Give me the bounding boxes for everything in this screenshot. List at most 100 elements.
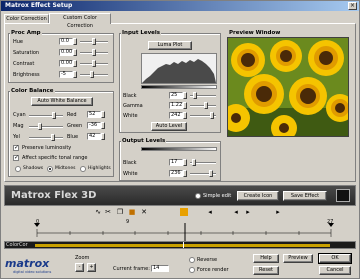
close-icon[interactable]: × [348, 2, 357, 10]
input-black-field[interactable]: 25 [169, 92, 183, 99]
midtones-radio[interactable] [47, 166, 53, 172]
preview-window-title: Preview Window [228, 30, 282, 36]
color-balance-title: Color Balance [10, 88, 55, 94]
output-white-spinner[interactable] [183, 170, 187, 177]
green-spinner[interactable] [101, 122, 105, 129]
output-black-label: Black [123, 160, 137, 166]
brightness-label: Brightness [13, 72, 40, 78]
simple-edit-radio[interactable] [195, 193, 201, 199]
input-black-label: Black [123, 93, 137, 99]
first-key-icon[interactable]: ◂ [206, 208, 214, 216]
preview-button[interactable]: Preview [283, 254, 313, 263]
contrast-slider-thumb[interactable] [92, 60, 96, 67]
green-field[interactable]: -36 [87, 122, 101, 129]
input-white-field[interactable]: 242 [169, 112, 183, 119]
hue-field[interactable]: 0.0 [59, 38, 73, 45]
auto-white-balance-button[interactable]: Auto White Balance [31, 97, 93, 106]
paste-icon[interactable]: ■ [128, 208, 136, 216]
input-gradient-bar [141, 85, 217, 89]
zoom-out-button[interactable]: - [75, 263, 84, 272]
brightness-field[interactable]: -5 [59, 71, 73, 78]
tab-custom-color-correction[interactable]: Custom Color Correction [49, 13, 111, 29]
input-white-spinner[interactable] [183, 112, 187, 119]
shadows-radio[interactable] [15, 166, 21, 172]
yellow-blue-slider-thumb[interactable] [51, 134, 55, 141]
ruler-scale [34, 223, 334, 241]
yellow-blue-slider[interactable] [29, 137, 63, 139]
brightness-spinner[interactable] [73, 71, 77, 78]
contrast-field[interactable]: 0.00 [59, 60, 73, 67]
keyframe-icon[interactable] [180, 208, 188, 216]
time-ruler[interactable]: 0 9 27 [4, 219, 356, 241]
luma-plot-button[interactable]: Luma Plot [148, 41, 192, 50]
output-white-label: White [123, 171, 138, 177]
brightness-slider[interactable] [80, 74, 108, 76]
input-black-slider-thumb[interactable] [193, 92, 197, 99]
help-button[interactable]: Help [253, 254, 279, 263]
saturation-field[interactable]: 0.00 [59, 49, 73, 56]
ruler-end-label: 27 [327, 219, 334, 225]
affect-tonal-range-checkbox[interactable]: ✓ [13, 155, 19, 161]
copy-icon[interactable]: ❐ [116, 208, 124, 216]
save-effect-button[interactable]: Save Effect [283, 191, 327, 201]
cyan-red-slider-thumb[interactable] [52, 112, 56, 119]
timeline-playhead[interactable] [183, 242, 184, 248]
cyan-red-slider[interactable] [29, 115, 63, 117]
luma-histogram [141, 53, 217, 84]
last-key-icon[interactable]: ▸ [274, 208, 282, 216]
window-title: Matrox Effect Setup [5, 2, 73, 9]
histogram-plot [142, 54, 216, 83]
brightness-slider-thumb[interactable] [90, 71, 94, 78]
input-black-spinner[interactable] [183, 92, 187, 99]
gamma-spinner[interactable] [183, 102, 187, 109]
tab-label: Custom Color Correction [63, 15, 97, 29]
output-black-field[interactable]: 17 [169, 159, 183, 166]
output-white-slider-thumb[interactable] [209, 170, 213, 177]
force-render-radio[interactable] [189, 267, 195, 273]
contrast-label: Contrast [13, 61, 35, 67]
magenta-green-slider[interactable] [29, 126, 63, 128]
ok-button[interactable]: OK [318, 253, 352, 264]
force-render-label: Force render [197, 267, 229, 273]
gamma-field[interactable]: 1.22 [169, 102, 183, 109]
scissors-icon[interactable]: ✂ [104, 208, 112, 216]
tab-color-correction[interactable]: Color Correction [4, 14, 49, 23]
gamma-slider-thumb[interactable] [204, 102, 208, 109]
create-icon-button[interactable]: Create Icon [237, 191, 279, 201]
blue-spinner[interactable] [101, 133, 105, 140]
saturation-spinner[interactable] [73, 49, 77, 56]
saturation-slider-thumb[interactable] [92, 49, 96, 56]
curve-icon[interactable]: ∿ [94, 208, 102, 216]
ruler-mid-label: 9 [126, 219, 130, 225]
reset-button[interactable]: Reset [253, 266, 279, 275]
zoom-in-button[interactable]: + [87, 263, 96, 272]
auto-level-button[interactable]: Auto Level [151, 122, 187, 131]
contrast-spinner[interactable] [73, 60, 77, 67]
output-black-slider-thumb[interactable] [192, 159, 196, 166]
cyan-label: Cyan [13, 112, 26, 118]
product-banner: Matrox Flex 3D Simple edit Create Icon S… [4, 185, 356, 206]
reverse-radio[interactable] [189, 257, 195, 263]
hue-spinner[interactable] [73, 38, 77, 45]
delete-icon[interactable]: ✕ [140, 208, 148, 216]
highlights-radio[interactable] [80, 166, 86, 172]
matrox-logo: matrox [5, 257, 50, 270]
output-black-spinner[interactable] [183, 159, 187, 166]
input-white-slider-thumb[interactable] [210, 112, 214, 119]
red-spinner[interactable] [101, 111, 105, 118]
magenta-green-slider-thumb[interactable] [38, 123, 42, 130]
blue-field[interactable]: 42 [87, 133, 101, 140]
preserve-luminosity-checkbox[interactable]: ✓ [13, 145, 19, 151]
timeline-toolbar: ∿ ✂ ❐ ■ ✕ ◂ ◂ ▸ ▸ [4, 207, 356, 218]
effect-timeline-track[interactable]: ColorCor [4, 241, 356, 249]
output-white-field[interactable]: 236 [169, 170, 183, 177]
shadows-label: Shadows [23, 166, 44, 171]
hue-slider-thumb[interactable] [92, 38, 96, 45]
gamma-slider[interactable] [190, 105, 216, 107]
current-frame-field[interactable]: 14 [151, 265, 169, 272]
next-key-icon[interactable]: ▸ [244, 208, 252, 216]
prev-key-icon[interactable]: ◂ [232, 208, 240, 216]
product-name: Matrox Flex 3D [11, 190, 97, 201]
cancel-button[interactable]: Cancel [319, 266, 351, 275]
red-field[interactable]: 52 [87, 111, 101, 118]
